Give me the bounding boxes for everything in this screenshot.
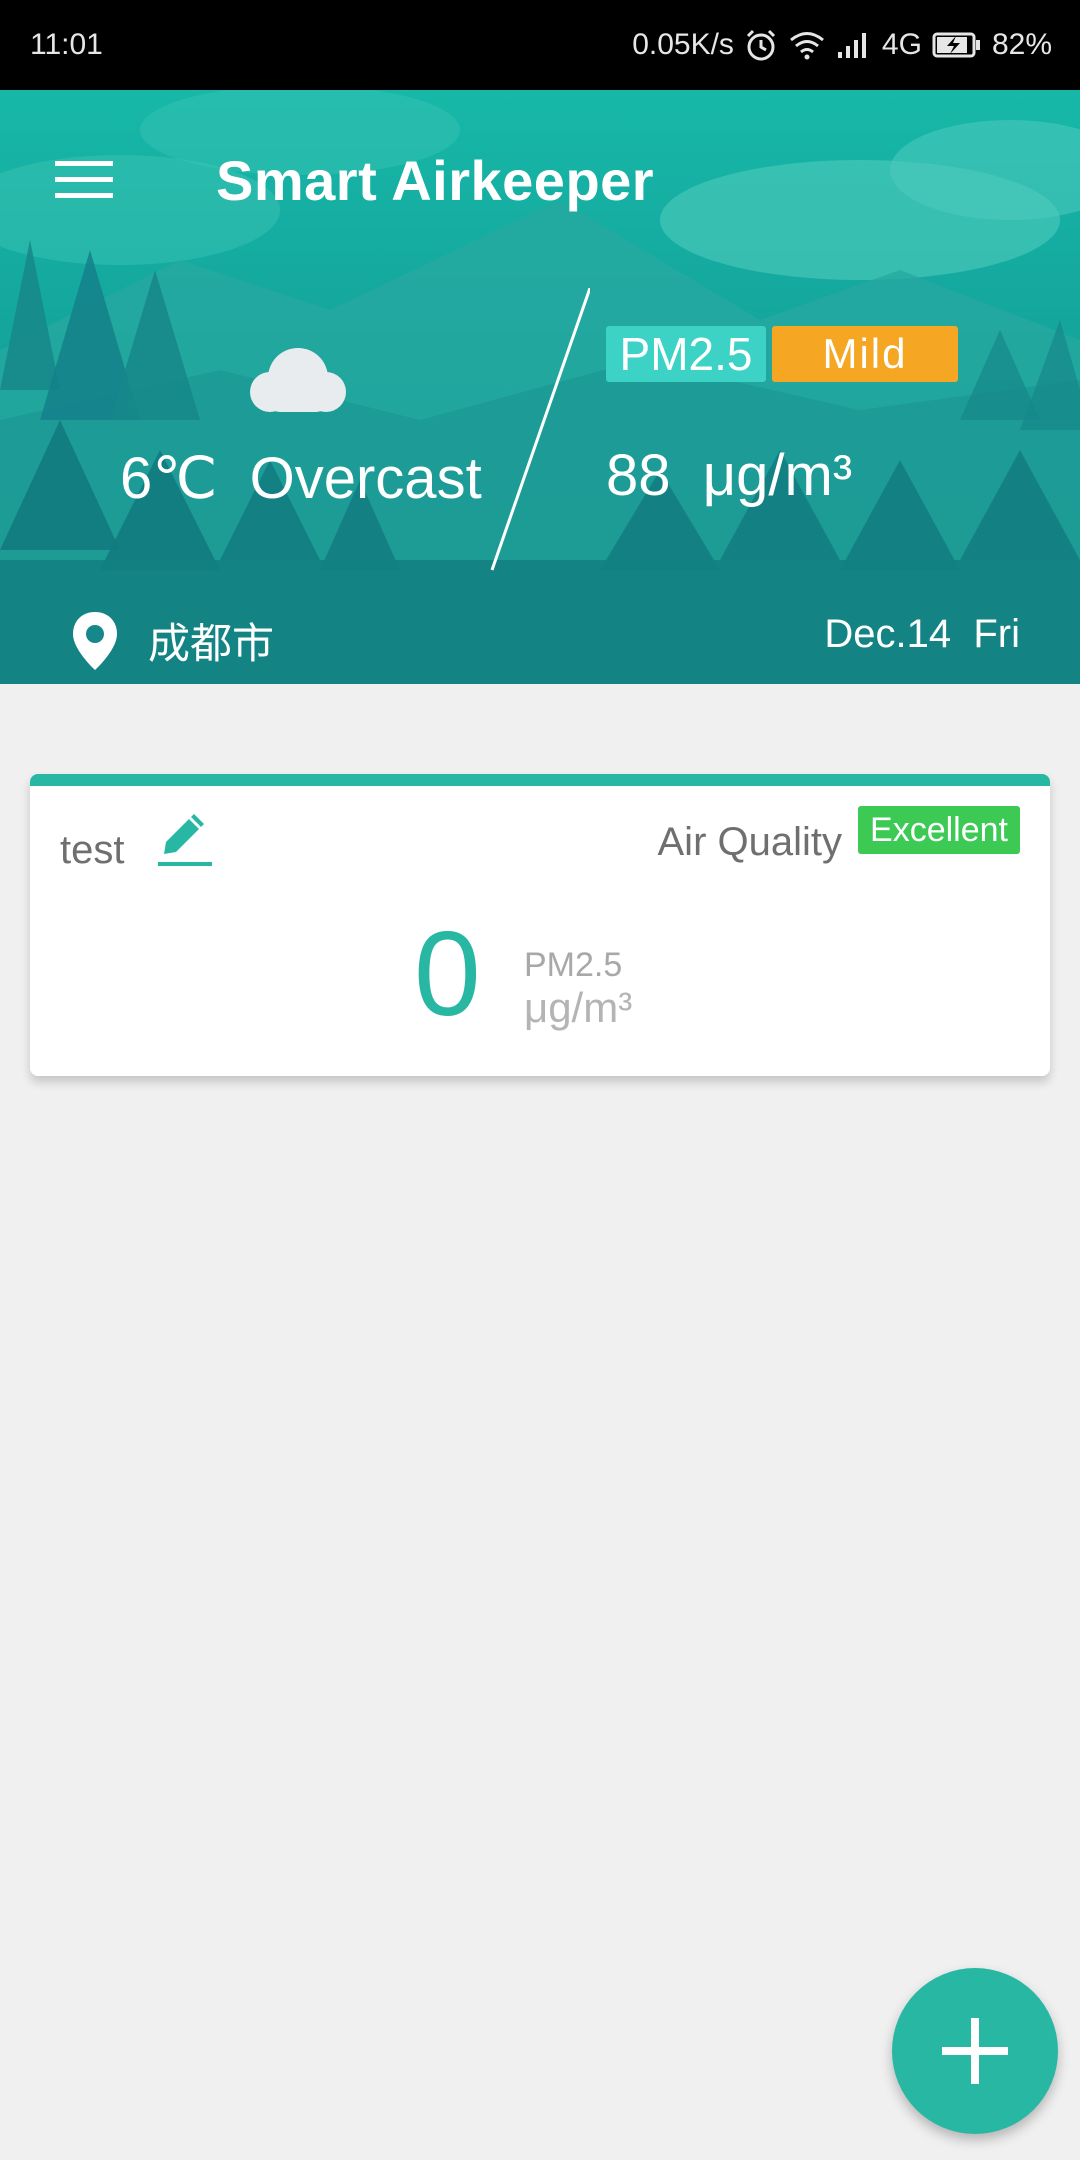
- status-bar: 11:01 0.05K/s 4G 82%: [0, 0, 1080, 90]
- weather-temperature-condition: 6℃ Overcast: [120, 446, 482, 511]
- air-quality-label: Air Quality: [657, 820, 843, 864]
- pencil-edit-icon[interactable]: [154, 808, 214, 877]
- header-divider: [490, 288, 590, 571]
- air-quality-badge: Excellent: [858, 806, 1020, 854]
- status-indicators: 0.05K/s 4G 82%: [632, 20, 1052, 70]
- device-unit-label: μg/m³: [524, 984, 633, 1031]
- device-metric-label: PM2.5: [524, 946, 623, 984]
- location-city[interactable]: 成都市: [148, 610, 274, 671]
- battery-level: 82%: [991, 28, 1052, 61]
- battery-charging-icon: [932, 31, 982, 59]
- pm25-tag: PM2.5: [606, 326, 766, 382]
- current-date: Dec.14 Fri: [824, 612, 1020, 656]
- hamburger-menu-icon: [55, 161, 113, 198]
- weather-header: Smart Airkeeper 6℃ Overcast PM2.5 Mild 8…: [0, 90, 1080, 684]
- pollution-level-badge: Mild: [772, 326, 958, 382]
- signal-icon: [836, 30, 872, 60]
- alarm-icon: [744, 28, 778, 62]
- plus-icon: [942, 2018, 1008, 2084]
- network-type: 4G: [881, 28, 922, 61]
- device-name: test: [60, 828, 125, 872]
- add-device-button[interactable]: [892, 1968, 1058, 2134]
- location-pin-icon: [73, 612, 117, 670]
- status-time: 11:01: [30, 28, 103, 61]
- pm25-value: 88 μg/m³: [606, 443, 853, 508]
- device-pm25-value: 0: [414, 907, 481, 1041]
- menu-button[interactable]: [48, 150, 120, 210]
- app-title: Smart Airkeeper: [216, 149, 655, 212]
- device-card[interactable]: test Air Quality Excellent 0 PM2.5 μg/m³: [30, 774, 1050, 1076]
- wifi-icon: [788, 30, 826, 60]
- cloud-icon: [250, 348, 346, 412]
- network-speed: 0.05K/s: [632, 28, 734, 61]
